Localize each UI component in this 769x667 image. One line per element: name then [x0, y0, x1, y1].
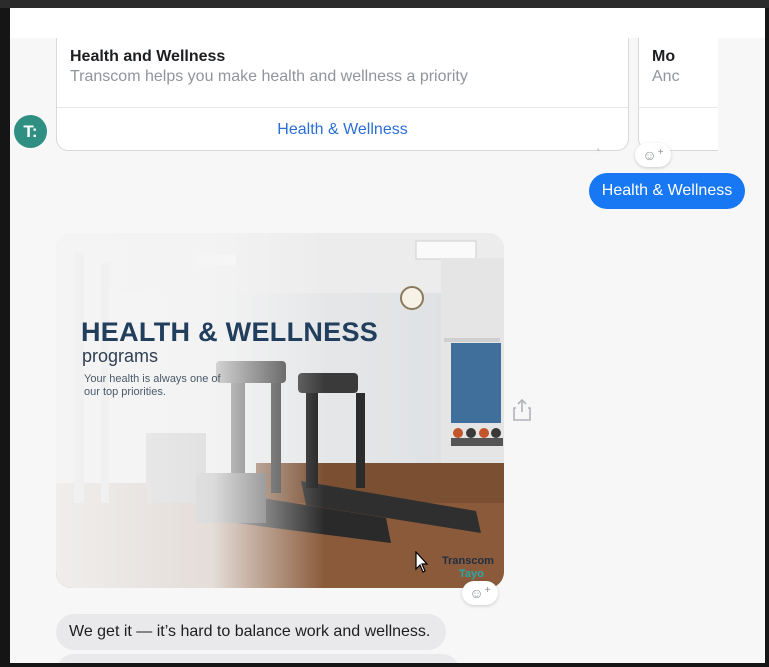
plus-icon: +	[657, 146, 664, 158]
reaction-hint-icon: ◔	[594, 145, 601, 157]
brand-logo-subtext: Tayo	[459, 568, 484, 580]
smiley-icon: ☺	[469, 585, 484, 601]
promo-title: HEALTH & WELLNESS	[81, 317, 379, 347]
received-message-bubble-partial[interactable]	[56, 654, 460, 663]
share-icon[interactable]	[512, 398, 532, 422]
promo-subtitle: programs	[82, 346, 159, 366]
card-title: Mo	[652, 48, 676, 65]
card-title: Health and Wellness	[70, 48, 226, 65]
avatar[interactable]: T:	[14, 115, 47, 148]
carousel-card: Health and Wellness Transcom helps you m…	[56, 38, 629, 151]
received-message-bubble[interactable]: We get it — it’s hard to balance work an…	[56, 614, 446, 650]
carousel-card-next[interactable]: Mo Anc	[638, 38, 718, 151]
smiley-plus-icon[interactable]: ☺ +	[462, 581, 498, 605]
promo-image[interactable]: HEALTH & WELLNESS programs Your health i…	[56, 233, 504, 588]
brand-logo-text: Transcom	[442, 555, 494, 567]
mouse-cursor-icon	[415, 551, 429, 573]
card-divider	[639, 107, 718, 108]
smiley-icon: ☺	[642, 147, 657, 163]
health-wellness-button[interactable]: Health & Wellness	[57, 108, 628, 150]
window-top-bar	[0, 0, 769, 8]
chat-thread[interactable]: Health and Wellness Transcom helps you m…	[10, 8, 765, 663]
card-subtitle: Anc	[652, 68, 680, 85]
promo-tagline: Your health is always one of our top pri…	[84, 373, 221, 398]
smiley-plus-icon[interactable]: ☺ +	[635, 143, 671, 167]
card-subtitle: Transcom helps you make health and welln…	[70, 68, 468, 85]
chat-top-area	[10, 8, 765, 38]
sent-message-bubble[interactable]: Health & Wellness	[589, 173, 745, 209]
plus-icon: +	[484, 584, 491, 596]
gym-photo	[56, 233, 504, 588]
